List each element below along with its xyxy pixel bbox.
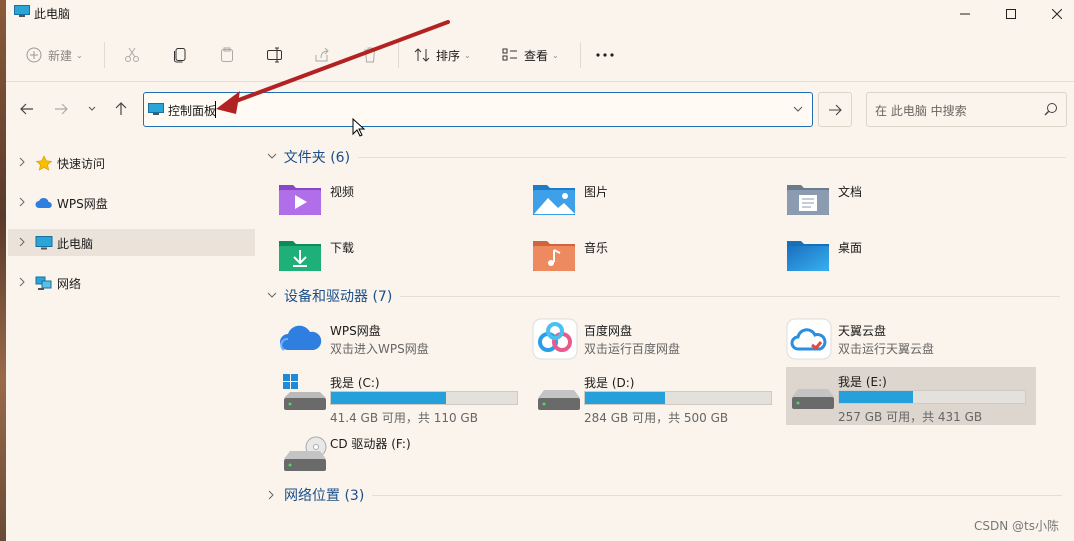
mouse-cursor-icon — [352, 118, 366, 137]
watermark: CSDN @ts小陈 — [974, 519, 1059, 533]
annotation-arrow — [216, 20, 450, 114]
file-explorer-window: 此电脑 新建 ⌄ 排序 ⌄ 查看 ⌄ 控制面板 在 此电脑 中搜索 快速访问 W… — [6, 0, 1074, 541]
